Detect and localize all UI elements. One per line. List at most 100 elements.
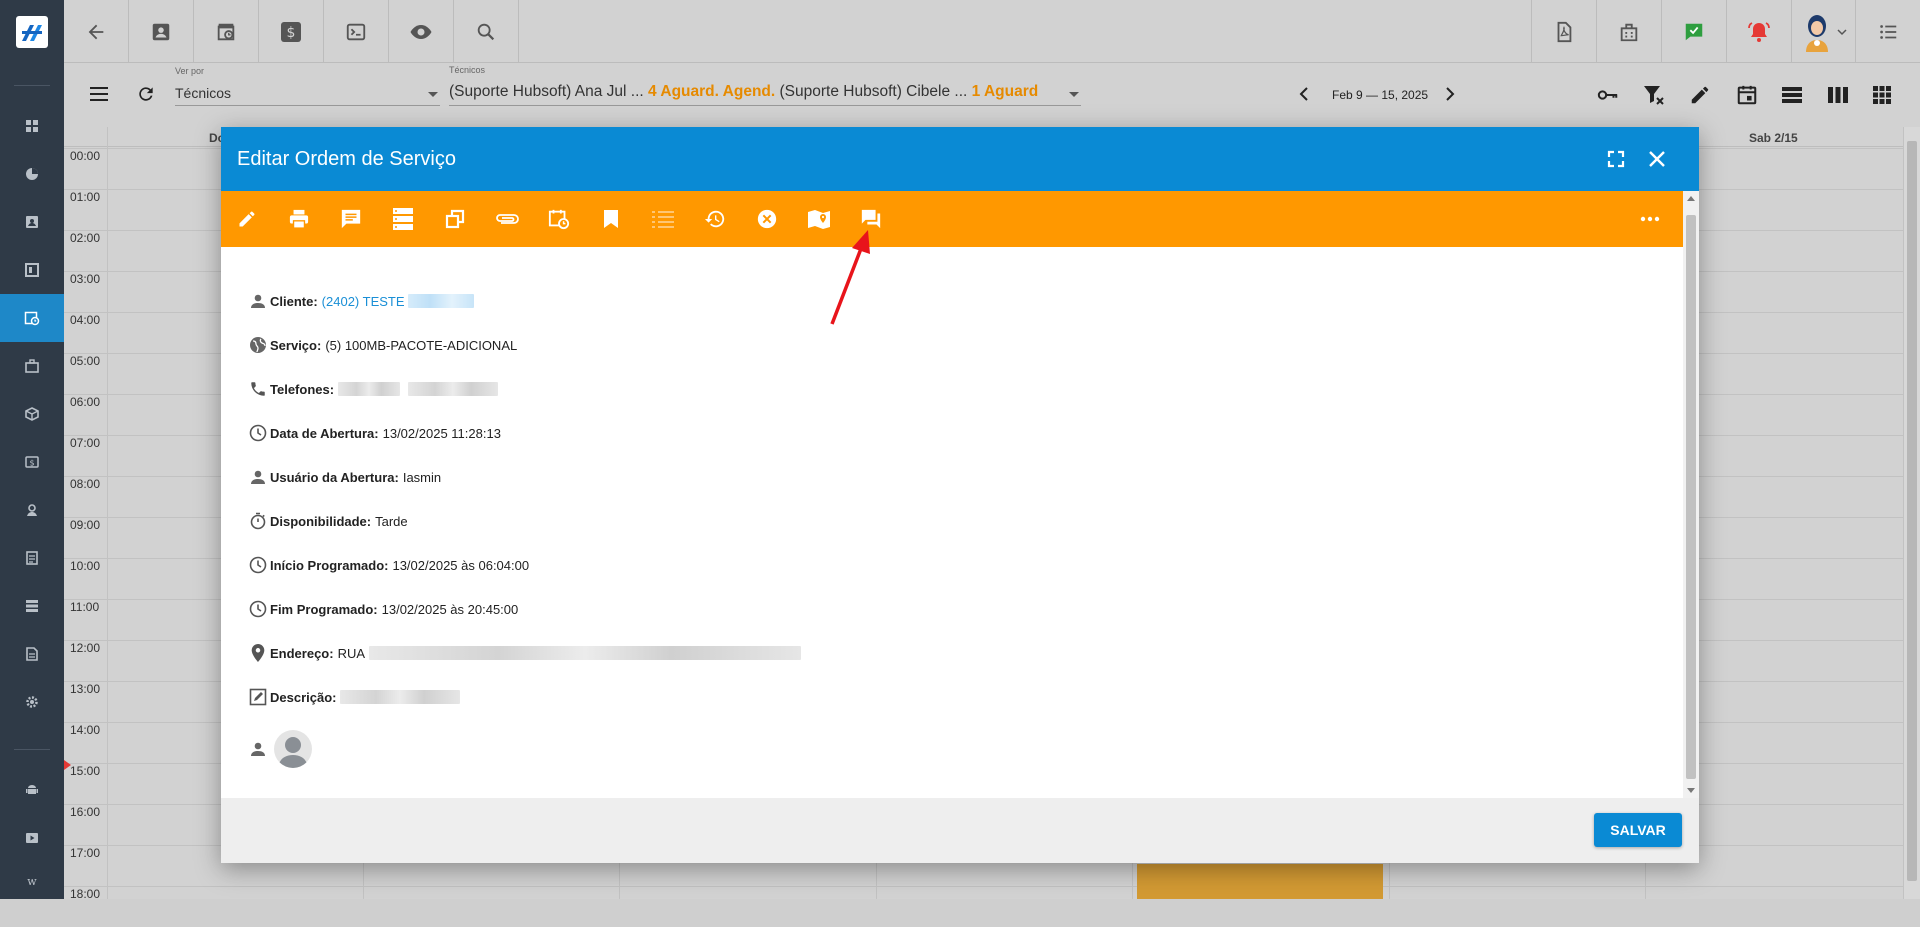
hour-label: 15:00 bbox=[70, 764, 101, 778]
sidebar-item-schedule[interactable] bbox=[0, 294, 64, 342]
modal-action-toolbar bbox=[221, 191, 1683, 247]
print-button[interactable] bbox=[283, 203, 315, 235]
bell-alert-icon bbox=[1748, 21, 1770, 42]
scheduled-end-field: Fim Programado: 13/02/2025 às 20:45:00 bbox=[248, 598, 518, 620]
sidebar-item-board[interactable] bbox=[0, 246, 64, 294]
scheduled-start-value: 13/02/2025 às 06:04:00 bbox=[392, 557, 530, 573]
file-icon bbox=[26, 647, 38, 661]
dollar-icon: $ bbox=[25, 456, 39, 468]
back-button[interactable] bbox=[64, 0, 129, 63]
view-button[interactable] bbox=[389, 0, 454, 63]
sidebar-item-company[interactable] bbox=[0, 342, 64, 390]
sidebar-item-wiki[interactable]: w bbox=[0, 862, 64, 899]
sidebar-item-settings[interactable] bbox=[0, 678, 64, 726]
month-view-icon[interactable] bbox=[1872, 85, 1892, 105]
sidebar-item-clients[interactable] bbox=[0, 198, 64, 246]
next-week-chevron-icon[interactable] bbox=[1444, 87, 1456, 101]
pdf-button[interactable] bbox=[1531, 0, 1596, 63]
printer-icon bbox=[289, 209, 309, 229]
filter-clear-icon[interactable] bbox=[1642, 83, 1666, 107]
opening-date-field: Data de Abertura: 13/02/2025 11:28:13 bbox=[248, 422, 501, 444]
chat-bubbles-icon bbox=[861, 209, 881, 229]
chevron-down-icon bbox=[1069, 92, 1079, 97]
sidebar-item-videos[interactable] bbox=[0, 814, 64, 862]
contact-card-icon bbox=[152, 23, 170, 40]
schedule-button[interactable] bbox=[194, 0, 259, 63]
more-options-button[interactable] bbox=[1634, 203, 1666, 235]
globe-icon bbox=[248, 335, 268, 355]
sidebar-item-files[interactable] bbox=[0, 630, 64, 678]
comments-button[interactable] bbox=[335, 203, 367, 235]
redacted-phone-2 bbox=[408, 382, 499, 396]
pencil-icon bbox=[239, 211, 255, 227]
calendar-event[interactable] bbox=[1137, 864, 1383, 899]
app-logo[interactable] bbox=[0, 0, 64, 63]
address-field: Endereço: RUA bbox=[248, 642, 802, 664]
hour-label: 04:00 bbox=[70, 313, 101, 327]
sidebar-item-android[interactable] bbox=[0, 766, 64, 814]
list-menu-button[interactable] bbox=[1855, 0, 1920, 63]
office-button[interactable] bbox=[1596, 0, 1661, 63]
opening-date-label: Data de Abertura: bbox=[270, 425, 379, 441]
history-button[interactable] bbox=[699, 203, 731, 235]
video-icon bbox=[26, 833, 38, 843]
edit-button[interactable] bbox=[231, 203, 263, 235]
document-icon bbox=[26, 551, 38, 565]
close-icon bbox=[1649, 151, 1665, 167]
address-value: RUA bbox=[337, 645, 366, 661]
sidebar-item-servers[interactable] bbox=[0, 582, 64, 630]
finance-button[interactable]: $ bbox=[259, 0, 324, 63]
checklist-icon bbox=[652, 211, 674, 228]
contacts-button[interactable] bbox=[129, 0, 194, 63]
scheduled-end-label: Fim Programado: bbox=[270, 601, 378, 617]
day-view-icon[interactable] bbox=[1781, 86, 1803, 104]
pencil-icon[interactable] bbox=[1689, 84, 1711, 106]
key-icon[interactable] bbox=[1597, 85, 1619, 105]
hour-row: 18:00 bbox=[64, 886, 1904, 927]
week-view-icon[interactable] bbox=[1827, 86, 1849, 104]
technicians-select[interactable]: (Suporte Hubsoft) Ana Jul ... 4 Aguard. … bbox=[449, 82, 1081, 106]
client-label: Cliente: bbox=[270, 293, 318, 309]
alerts-button[interactable] bbox=[1726, 0, 1791, 63]
modal-scrollbar[interactable] bbox=[1683, 191, 1699, 798]
user-menu-button[interactable] bbox=[1791, 0, 1855, 63]
calendar-icon[interactable] bbox=[1736, 84, 1758, 106]
reschedule-button[interactable] bbox=[543, 203, 575, 235]
duplicate-button[interactable] bbox=[439, 203, 471, 235]
save-button[interactable]: SALVAR bbox=[1594, 813, 1682, 847]
phone-icon bbox=[248, 379, 268, 399]
client-link[interactable]: (2402) TESTE bbox=[322, 294, 405, 309]
sidebar-item-location[interactable] bbox=[0, 486, 64, 534]
calendar-scrollbar[interactable] bbox=[1904, 127, 1920, 899]
sidebar-item-dashboard[interactable] bbox=[0, 102, 64, 150]
search-button[interactable] bbox=[454, 0, 519, 63]
attach-button[interactable] bbox=[491, 203, 523, 235]
scheduled-start-field: Início Programado: 13/02/2025 às 06:04:0… bbox=[248, 554, 529, 576]
prev-week-chevron-icon[interactable] bbox=[1298, 87, 1310, 101]
view-by-select[interactable]: Técnicos bbox=[175, 82, 440, 106]
chevron-down-icon bbox=[428, 92, 438, 97]
cancel-order-button[interactable] bbox=[751, 203, 783, 235]
bookmark-button[interactable] bbox=[595, 203, 627, 235]
sidebar-item-finance[interactable]: $ bbox=[0, 438, 64, 486]
checklist-button[interactable] bbox=[647, 203, 679, 235]
calendar-clock-icon bbox=[217, 23, 235, 40]
date-range: Feb 9 — 15, 2025 bbox=[1332, 88, 1429, 102]
hamburger-menu-icon[interactable] bbox=[89, 85, 109, 103]
top-bar: $ bbox=[0, 0, 1920, 63]
sidebar-item-reports[interactable] bbox=[0, 150, 64, 198]
scheduled-end-value: 13/02/2025 às 20:45:00 bbox=[381, 601, 519, 617]
refresh-icon[interactable] bbox=[136, 84, 156, 104]
sidebar-item-products[interactable] bbox=[0, 390, 64, 438]
close-button[interactable] bbox=[1641, 143, 1673, 175]
redacted-address bbox=[369, 646, 802, 660]
svg-text:w: w bbox=[27, 875, 37, 888]
details-button[interactable] bbox=[387, 203, 419, 235]
technician-avatar[interactable] bbox=[274, 730, 312, 768]
fullscreen-button[interactable] bbox=[1600, 143, 1632, 175]
location-pin-icon bbox=[248, 643, 268, 663]
messages-button[interactable] bbox=[1661, 0, 1726, 63]
sidebar-item-documents[interactable] bbox=[0, 534, 64, 582]
opening-user-field: Usuário da Abertura: Iasmin bbox=[248, 466, 441, 488]
terminal-button[interactable] bbox=[324, 0, 389, 63]
